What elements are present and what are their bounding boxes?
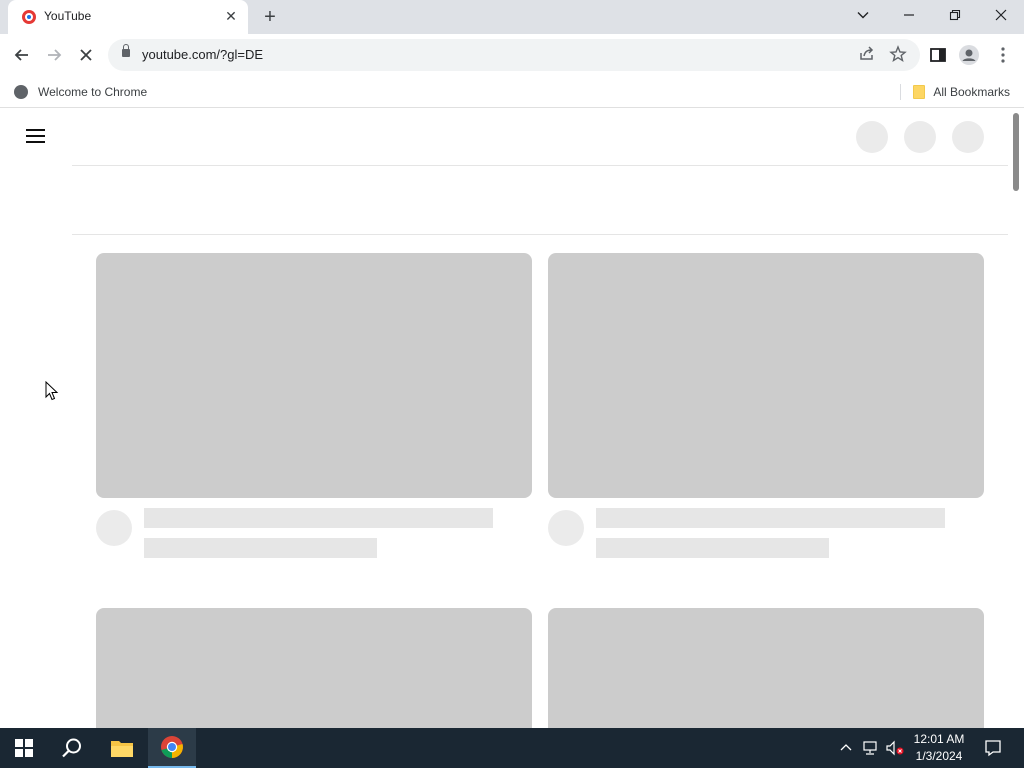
video-title-placeholder — [144, 508, 493, 528]
stop-loading-button[interactable] — [73, 42, 99, 68]
restore-icon[interactable] — [932, 0, 978, 30]
header-divider — [72, 165, 1008, 166]
start-button[interactable] — [0, 728, 48, 768]
url-text[interactable]: youtube.com/?gl=DE — [142, 47, 263, 62]
address-bar[interactable]: youtube.com/?gl=DE — [108, 39, 920, 71]
windows-taskbar: 12:01 AM 1/3/2024 — [0, 728, 1024, 768]
clock-date: 1/3/2024 — [915, 749, 963, 763]
video-thumbnail-placeholder — [96, 253, 532, 498]
video-meta-placeholder — [596, 538, 829, 558]
menu-icon[interactable] — [26, 129, 46, 143]
browser-tab-strip: YouTube ✕ + — [0, 0, 1024, 34]
lock-icon[interactable] — [122, 44, 130, 57]
bookmarks-divider — [900, 84, 901, 100]
back-button[interactable] — [9, 42, 35, 68]
bookmark-welcome[interactable]: Welcome to Chrome — [14, 83, 147, 101]
notifications-icon[interactable] — [978, 728, 1008, 768]
volume-muted-icon[interactable] — [884, 728, 906, 768]
search-button[interactable] — [48, 728, 96, 768]
tab-youtube[interactable]: YouTube ✕ — [8, 0, 248, 34]
video-title-placeholder — [596, 508, 945, 528]
channel-avatar-placeholder — [548, 510, 584, 546]
video-thumbnail-placeholder — [548, 608, 984, 728]
show-hidden-icons-chevron-icon[interactable] — [836, 728, 856, 768]
profile-avatar-icon[interactable] — [958, 44, 980, 66]
search-icon — [62, 738, 81, 758]
youtube-page — [0, 109, 1024, 728]
side-panel-icon[interactable] — [927, 44, 949, 66]
chrome-menu-icon[interactable] — [992, 44, 1014, 66]
header-placeholder-circle — [904, 121, 936, 153]
all-bookmarks[interactable]: All Bookmarks — [913, 83, 1010, 101]
forward-button[interactable] — [41, 42, 67, 68]
header-placeholder-circle — [952, 121, 984, 153]
clock-time: 12:01 AM — [913, 732, 965, 746]
windows-logo-icon — [15, 739, 33, 757]
video-thumbnail-placeholder — [96, 608, 532, 728]
chrome-icon — [161, 736, 183, 758]
scrollbar-thumb[interactable] — [1013, 113, 1019, 191]
tab-search-chevron-icon[interactable] — [840, 0, 886, 30]
window-close-icon[interactable] — [978, 0, 1024, 30]
folder-icon — [111, 741, 133, 757]
youtube-favicon-icon — [22, 10, 36, 24]
close-tab-icon[interactable]: ✕ — [222, 7, 240, 25]
browser-toolbar: youtube.com/?gl=DE — [0, 34, 1024, 76]
tab-title: YouTube — [44, 9, 92, 23]
minimize-icon[interactable] — [886, 0, 932, 30]
channel-avatar-placeholder — [96, 510, 132, 546]
system-clock[interactable]: 12:01 AM 1/3/2024 — [904, 731, 974, 765]
video-thumbnail-placeholder — [548, 253, 984, 498]
network-icon[interactable] — [860, 728, 882, 768]
globe-icon — [14, 85, 28, 99]
all-bookmarks-label: All Bookmarks — [933, 85, 1010, 99]
bookmarks-bar: Welcome to Chrome All Bookmarks — [0, 76, 1024, 108]
mouse-cursor-icon — [45, 381, 59, 401]
bookmark-welcome-label: Welcome to Chrome — [38, 85, 148, 99]
bookmark-star-icon[interactable] — [887, 43, 909, 65]
page-scrollbar[interactable] — [1008, 109, 1024, 728]
file-explorer-button[interactable] — [98, 728, 146, 768]
header-placeholder-circle — [856, 121, 888, 153]
chrome-taskbar-button[interactable] — [148, 728, 196, 768]
share-icon[interactable] — [856, 43, 878, 65]
chips-divider — [72, 234, 1008, 235]
folder-icon — [913, 85, 926, 99]
new-tab-button[interactable]: + — [258, 5, 282, 29]
video-meta-placeholder — [144, 538, 377, 558]
